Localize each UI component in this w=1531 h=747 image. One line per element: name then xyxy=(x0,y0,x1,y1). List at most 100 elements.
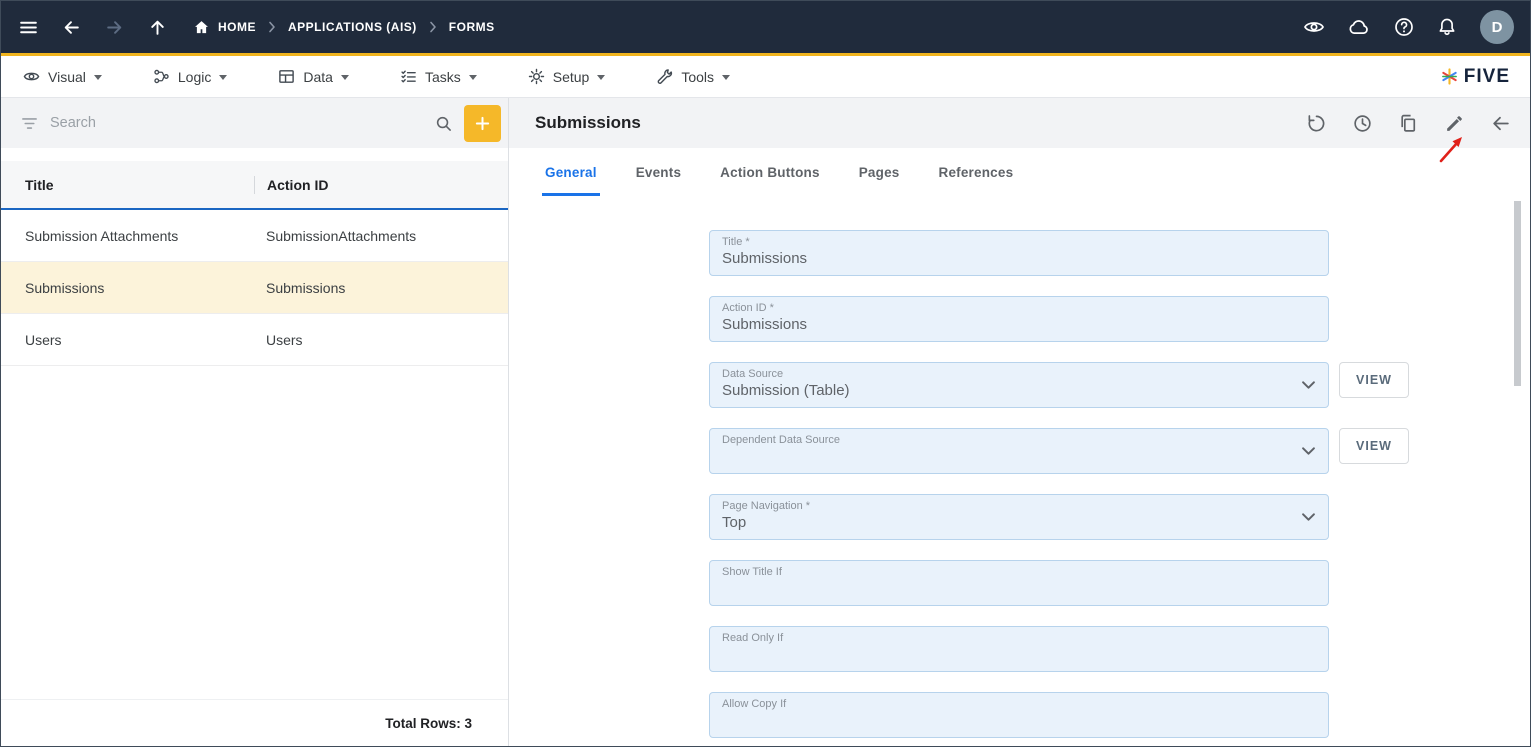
filter-icon[interactable] xyxy=(21,115,38,132)
task-list-icon xyxy=(400,68,417,85)
title-field[interactable]: Title * Submissions xyxy=(709,230,1329,276)
edit-pencil-icon[interactable] xyxy=(1444,113,1465,134)
help-icon[interactable] xyxy=(1394,17,1414,37)
records-list-panel: Title Action ID Submission Attachments S… xyxy=(1,98,509,746)
chevron-right-icon xyxy=(268,21,276,33)
field-value: Submissions xyxy=(722,316,808,333)
tools-wrench-icon xyxy=(656,68,673,85)
record-detail-panel: Submissions General Events Action Button… xyxy=(509,98,1530,746)
table-row[interactable]: Users Users xyxy=(1,314,508,366)
five-logo-icon xyxy=(1440,67,1459,86)
show-title-if-field[interactable]: Show Title If xyxy=(709,560,1329,606)
data-source-select[interactable]: Data Source Submission (Table) xyxy=(709,362,1329,408)
clock-history-icon[interactable] xyxy=(1352,113,1373,134)
field-row-page-navigation: Page Navigation * Top xyxy=(709,494,1329,540)
menu-logic[interactable]: Logic xyxy=(153,68,228,85)
field-label: Title * xyxy=(722,236,750,248)
plus-icon xyxy=(475,116,490,130)
copy-icon[interactable] xyxy=(1398,113,1419,134)
allow-copy-if-field[interactable]: Allow Copy If xyxy=(709,692,1329,738)
table-row[interactable]: Submission Attachments SubmissionAttachm… xyxy=(1,210,508,262)
field-label: Allow Copy If xyxy=(722,698,787,710)
menu-label: Setup xyxy=(552,68,590,85)
field-value: Top xyxy=(722,514,747,531)
breadcrumb-applications[interactable]: APPLICATIONS (AIS) xyxy=(288,20,417,34)
breadcrumb-home-label: HOME xyxy=(218,20,256,34)
content-area: Title Action ID Submission Attachments S… xyxy=(1,98,1530,746)
search-icon[interactable] xyxy=(435,115,452,132)
tab-events[interactable]: Events xyxy=(633,148,684,196)
menu-visual[interactable]: Visual xyxy=(23,68,102,85)
field-value: Submission (Table) xyxy=(722,382,850,399)
logic-flow-icon xyxy=(153,68,170,85)
breadcrumb-home[interactable]: HOME xyxy=(193,19,256,36)
view-data-source-button[interactable]: VIEW xyxy=(1339,362,1409,398)
chevron-down-icon xyxy=(1302,513,1315,522)
tab-action-buttons[interactable]: Action Buttons xyxy=(717,148,823,196)
field-label: Show Title If xyxy=(722,566,782,578)
forward-arrow-icon[interactable] xyxy=(105,18,124,37)
general-form: Title * Submissions Action ID * Submissi… xyxy=(509,196,1530,746)
hamburger-menu-icon[interactable] xyxy=(19,18,38,37)
breadcrumb: HOME APPLICATIONS (AIS) FORMS xyxy=(193,19,495,36)
detail-header: Submissions xyxy=(509,98,1530,148)
dependent-data-source-select[interactable]: Dependent Data Source xyxy=(709,428,1329,474)
menu-setup[interactable]: Setup xyxy=(528,68,606,85)
scrollbar-thumb[interactable] xyxy=(1514,201,1521,386)
five-brand-label: FIVE xyxy=(1463,65,1510,87)
table-footer-total-rows: Total Rows: 3 xyxy=(1,699,508,746)
table-row-selected[interactable]: Submissions Submissions xyxy=(1,262,508,314)
field-row-allow-copy-if: Allow Copy If xyxy=(709,692,1329,738)
menu-label: Tools xyxy=(681,68,715,85)
field-row-show-title-if: Show Title If xyxy=(709,560,1329,606)
menu-label: Visual xyxy=(48,68,86,85)
restore-history-icon[interactable] xyxy=(1306,113,1327,134)
field-row-read-only-if: Read Only If xyxy=(709,626,1329,672)
breadcrumb-forms[interactable]: FORMS xyxy=(449,20,495,34)
search-bar xyxy=(1,98,508,148)
search-input[interactable] xyxy=(50,115,423,131)
breadcrumb-applications-label: APPLICATIONS (AIS) xyxy=(288,20,417,34)
page-title: Submissions xyxy=(535,113,641,132)
menu-label: Tasks xyxy=(424,68,461,85)
field-row-action-id: Action ID * Submissions xyxy=(709,296,1329,342)
menu-tasks[interactable]: Tasks xyxy=(400,68,477,85)
column-header-title[interactable]: Title xyxy=(1,177,254,193)
chevron-right-icon xyxy=(429,21,437,33)
add-record-button[interactable] xyxy=(464,104,501,142)
chevron-down-icon xyxy=(597,75,606,80)
tab-references[interactable]: References xyxy=(936,148,1017,196)
row-title-cell: Submissions xyxy=(25,279,105,296)
row-title-cell: Users xyxy=(25,331,62,348)
chevron-down-icon xyxy=(722,75,731,80)
tab-pages[interactable]: Pages xyxy=(856,148,903,196)
chevron-down-icon xyxy=(468,75,477,80)
row-action-id-cell: SubmissionAttachments xyxy=(266,227,417,244)
table-header: Title Action ID xyxy=(1,161,508,210)
read-only-if-field[interactable]: Read Only If xyxy=(709,626,1329,672)
view-dependent-data-source-button[interactable]: VIEW xyxy=(1339,428,1409,464)
collapse-panel-arrow-icon[interactable] xyxy=(1490,113,1511,134)
detail-tabs: General Events Action Buttons Pages Refe… xyxy=(509,148,1530,196)
up-arrow-icon[interactable] xyxy=(148,18,167,37)
preview-eye-icon[interactable] xyxy=(1303,17,1325,37)
menu-data[interactable]: Data xyxy=(278,68,349,85)
row-title-cell: Submission Attachments xyxy=(25,227,179,244)
chevron-down-icon xyxy=(93,75,102,80)
eye-icon xyxy=(23,68,40,85)
chevron-down-icon xyxy=(219,75,228,80)
menu-tools[interactable]: Tools xyxy=(656,68,731,85)
page-navigation-select[interactable]: Page Navigation * Top xyxy=(709,494,1329,540)
tab-general[interactable]: General xyxy=(542,148,600,196)
action-id-field[interactable]: Action ID * Submissions xyxy=(709,296,1329,342)
notifications-bell-icon[interactable] xyxy=(1437,17,1457,37)
field-value: Submissions xyxy=(722,250,808,267)
back-arrow-icon[interactable] xyxy=(62,18,81,37)
user-avatar[interactable]: D xyxy=(1480,10,1514,44)
field-label: Action ID * xyxy=(722,302,774,314)
cloud-deploy-icon[interactable] xyxy=(1348,17,1371,37)
column-header-action-id[interactable]: Action ID xyxy=(254,175,508,194)
topbar-actions: D xyxy=(1303,10,1514,44)
app-window: HOME APPLICATIONS (AIS) FORMS D Visual L… xyxy=(0,0,1531,747)
chevron-down-icon xyxy=(340,75,349,80)
